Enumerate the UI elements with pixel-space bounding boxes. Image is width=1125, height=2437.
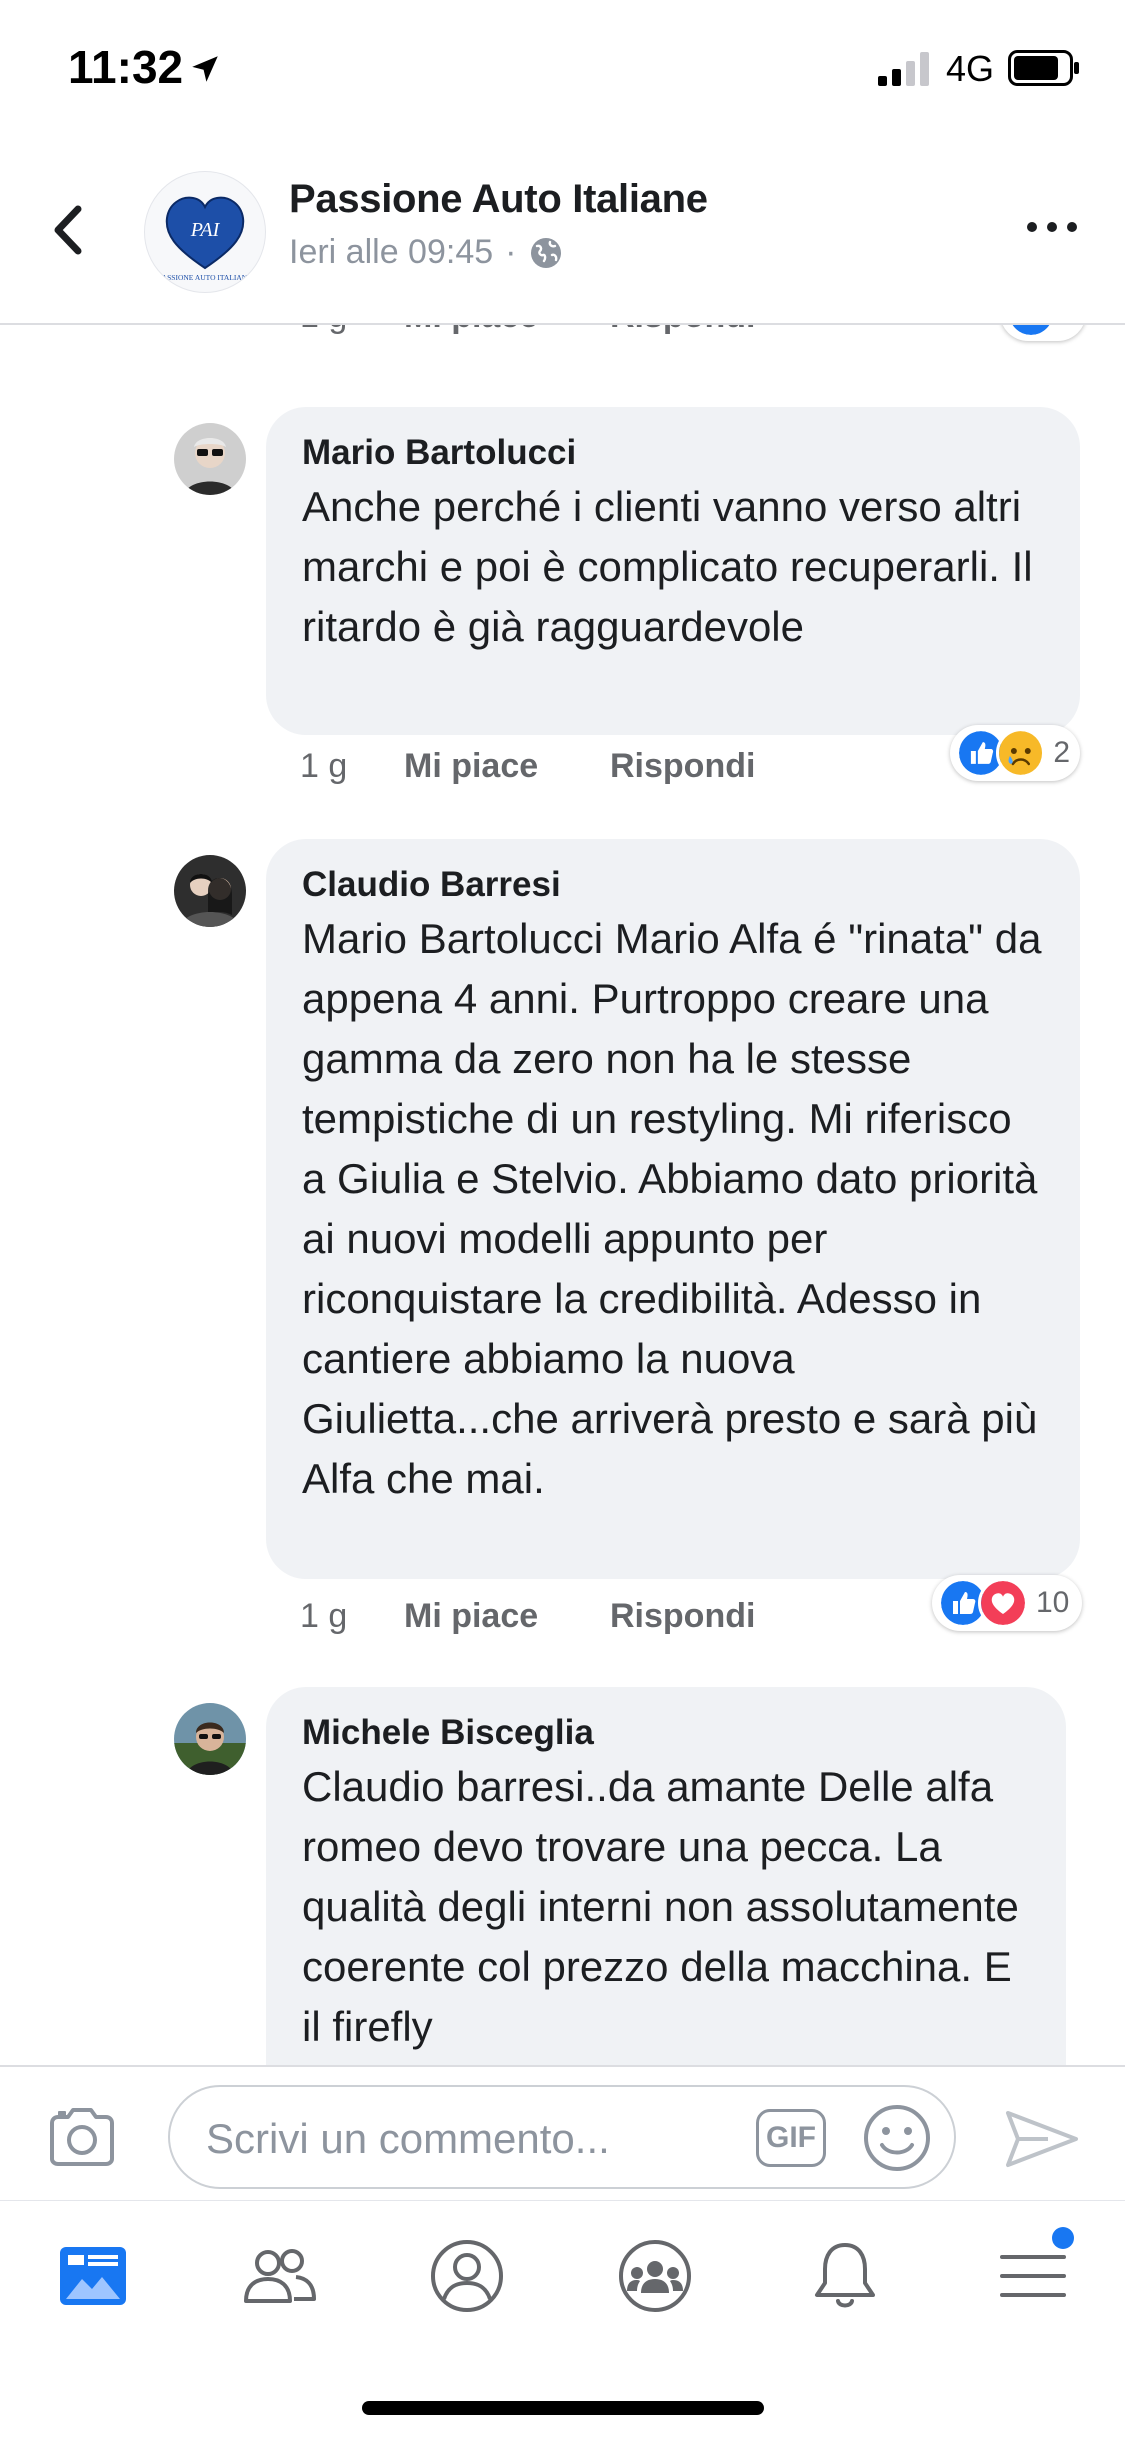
heart-logo-icon: PAI PASSIONE AUTO ITALIANE	[158, 196, 252, 282]
back-arrow-icon[interactable]	[40, 195, 100, 265]
post-meta: Ieri alle 09:45 ·	[289, 233, 564, 272]
status-bar: 11:32 4G	[0, 0, 1125, 135]
more-options-icon[interactable]	[1026, 215, 1078, 239]
notifications-bell-icon[interactable]	[800, 2231, 890, 2321]
logo-text: PAI	[190, 219, 221, 241]
gif-button[interactable]: GIF	[756, 2109, 826, 2167]
like-button[interactable]: Mi piace	[404, 1597, 538, 1636]
post-timestamp[interactable]: Ieri alle 09:45	[289, 233, 493, 272]
comment-bubble[interactable]: Michele Bisceglia Claudio barresi..da am…	[266, 1687, 1066, 2065]
avatar[interactable]	[174, 423, 246, 495]
love-reaction-icon	[978, 1578, 1028, 1628]
groups-icon[interactable]	[610, 2231, 700, 2321]
comment-composer: GIF	[0, 2065, 1125, 2202]
post-header: PAI PASSIONE AUTO ITALIANE Passione Auto…	[0, 135, 1125, 325]
reply-button[interactable]: Rispondi	[610, 747, 755, 786]
sad-reaction-icon	[995, 728, 1046, 778]
page-name[interactable]: Passione Auto Italiane	[289, 177, 708, 222]
logo-subtext: PASSIONE AUTO ITALIANE	[158, 273, 252, 282]
avatar-photo	[174, 423, 246, 495]
comment-text: Mario Bartolucci Mario Alfa é "rinata" d…	[302, 915, 1042, 1502]
reaction-count: 2	[1053, 736, 1070, 769]
battery-icon	[1008, 50, 1079, 86]
reaction-summary[interactable]: 10	[932, 1575, 1082, 1631]
comment-author[interactable]: Michele Bisceglia	[302, 1713, 1032, 1753]
comment-author[interactable]: Mario Bartolucci	[302, 433, 1046, 473]
reply-button[interactable]: Rispondi	[610, 1597, 755, 1636]
comments-feed[interactable]: 1 g Mi piace Rispondi Mario Bartolucci A…	[0, 325, 1125, 2065]
reply-button[interactable]: Rispondi	[610, 325, 755, 336]
comment-time: 1 g	[300, 747, 348, 785]
news-feed-icon[interactable]	[48, 2231, 138, 2321]
camera-icon[interactable]	[46, 2105, 118, 2169]
cellular-signal-icon	[878, 52, 929, 86]
comment-time: 1 g	[300, 325, 347, 336]
menu-notification-dot	[1052, 2227, 1074, 2249]
profile-icon[interactable]	[422, 2231, 512, 2321]
comment-input[interactable]	[204, 2111, 708, 2167]
comment-bubble[interactable]: Mario Bartolucci Anche perché i clienti …	[266, 407, 1080, 735]
comment-author[interactable]: Claudio Barresi	[302, 865, 1046, 905]
like-button[interactable]: Mi piace	[404, 747, 538, 786]
reaction-count: 10	[1036, 1586, 1070, 1619]
network-type: 4G	[946, 48, 995, 89]
comment-text: Anche perché i clienti vanno verso altri…	[302, 483, 1033, 650]
avatar[interactable]	[174, 1703, 246, 1775]
comment-actions-prev: 1 g Mi piace Rispondi	[0, 325, 1125, 347]
meta-separator: ·	[505, 233, 517, 271]
comment-input-box[interactable]: GIF	[168, 2085, 956, 2189]
comment-bubble[interactable]: Claudio Barresi Mario Bartolucci Mario A…	[266, 839, 1080, 1579]
home-indicator[interactable]	[362, 2401, 764, 2415]
status-time: 11:32	[68, 41, 184, 93]
emoji-icon[interactable]	[862, 2103, 932, 2173]
avatar[interactable]	[174, 855, 246, 927]
page-logo[interactable]: PAI PASSIONE AUTO ITALIANE	[144, 171, 266, 293]
friends-icon[interactable]	[234, 2231, 324, 2321]
like-button[interactable]: Mi piace	[404, 325, 538, 336]
like-reaction-icon	[1006, 325, 1056, 338]
tab-bar	[0, 2200, 1125, 2437]
avatar-photo	[174, 855, 246, 927]
avatar-photo	[174, 1703, 246, 1775]
send-icon[interactable]	[1004, 2107, 1080, 2171]
globe-icon	[531, 237, 562, 268]
comment-text: Claudio barresi..da amante Delle alfa ro…	[302, 1763, 1019, 2050]
reaction-summary[interactable]: 2	[950, 725, 1080, 781]
location-arrow-icon	[192, 56, 218, 82]
comment-time: 1 g	[300, 1597, 348, 1635]
